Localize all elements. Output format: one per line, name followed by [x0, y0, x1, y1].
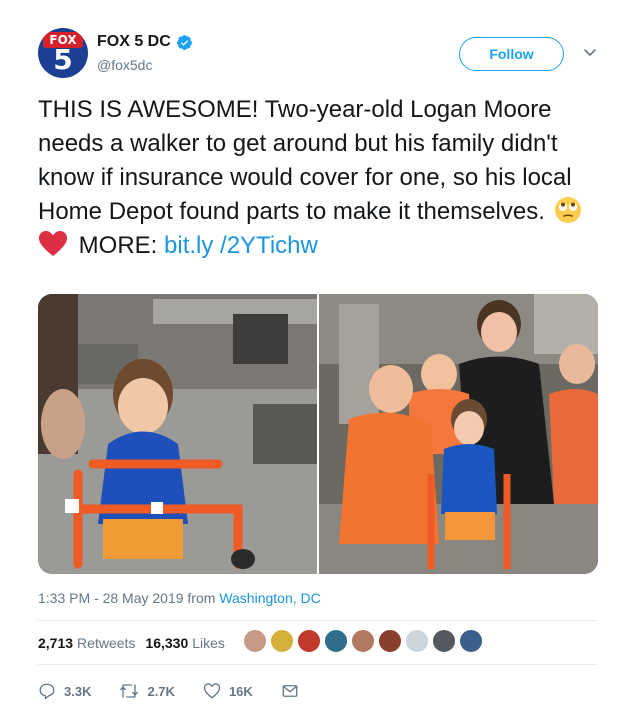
liker-avatar[interactable]: [270, 629, 294, 653]
liker-avatar[interactable]: [378, 629, 402, 653]
tweet-timestamp: 1:33 PM - 28 May 2019 from Washington, D…: [38, 590, 321, 606]
reply-button[interactable]: 3.3K: [38, 682, 91, 700]
liker-avatar[interactable]: [432, 629, 456, 653]
divider: [38, 664, 598, 665]
retweets-stat[interactable]: 2,713 Retweets: [38, 635, 135, 651]
verified-badge-icon: [176, 34, 192, 50]
retweet-button[interactable]: 2.7K: [119, 682, 175, 700]
engagement-stats: 2,713 Retweets 16,330 Likes: [38, 632, 235, 654]
account-handle[interactable]: @fox5dc: [97, 57, 152, 73]
tweet-link[interactable]: bit.ly /2YTichw: [164, 232, 318, 259]
account-name[interactable]: FOX 5 DC: [97, 33, 171, 51]
media-gallery[interactable]: [38, 294, 598, 574]
liker-avatar[interactable]: [297, 629, 321, 653]
likes-count: 16,330: [145, 635, 189, 651]
liker-avatar[interactable]: [351, 629, 375, 653]
chevron-down-icon[interactable]: [582, 44, 598, 60]
display-name[interactable]: FOX 5 DC: [97, 33, 193, 51]
retweets-count: 2,713: [38, 635, 74, 651]
reply-icon: [39, 683, 55, 700]
photo-store-employees[interactable]: [319, 294, 598, 574]
reply-count: 3.3K: [64, 683, 92, 699]
retweet-count: 2.7K: [147, 683, 175, 699]
divider: [38, 620, 598, 621]
likes-stat[interactable]: 16,330 Likes: [145, 635, 225, 651]
time-date[interactable]: 1:33 PM - 28 May 2019 from: [38, 590, 215, 606]
liker-avatar[interactable]: [459, 629, 483, 653]
heart-icon: [203, 683, 221, 699]
like-button[interactable]: 16K: [203, 682, 253, 700]
retweet-icon: [120, 684, 139, 698]
tweet: FOX 5 FOX 5 DC @fox5dc Follow THIS IS AW…: [0, 0, 635, 728]
face-with-rolling-eyes-emoji-icon: [554, 197, 581, 223]
tweet-location[interactable]: Washington, DC: [219, 590, 320, 606]
liker-avatar[interactable]: [243, 629, 267, 653]
like-count: 16K: [228, 683, 253, 699]
liker-avatar[interactable]: [405, 629, 429, 653]
envelope-icon: [282, 685, 298, 697]
liker-avatar[interactable]: [324, 629, 348, 653]
follow-button[interactable]: Follow: [459, 37, 564, 71]
tweet-body: THIS IS AWESOME! Two-year-old Logan Moor…: [38, 96, 572, 225]
red-heart-emoji-icon: [39, 231, 67, 256]
tweet-actions: 3.3K 2.7K 16K: [38, 680, 335, 702]
photo-boy-with-walker[interactable]: [38, 294, 317, 574]
avatar-channel-number: 5: [53, 43, 73, 76]
avatar[interactable]: FOX 5: [38, 28, 88, 78]
likes-label: Likes: [192, 635, 225, 651]
retweets-label: Retweets: [77, 635, 136, 651]
direct-message-button[interactable]: [281, 682, 307, 700]
tweet-text: THIS IS AWESOME! Two-year-old Logan Moor…: [38, 93, 603, 263]
liker-avatars: [243, 629, 486, 657]
more-label: MORE:: [78, 232, 158, 259]
